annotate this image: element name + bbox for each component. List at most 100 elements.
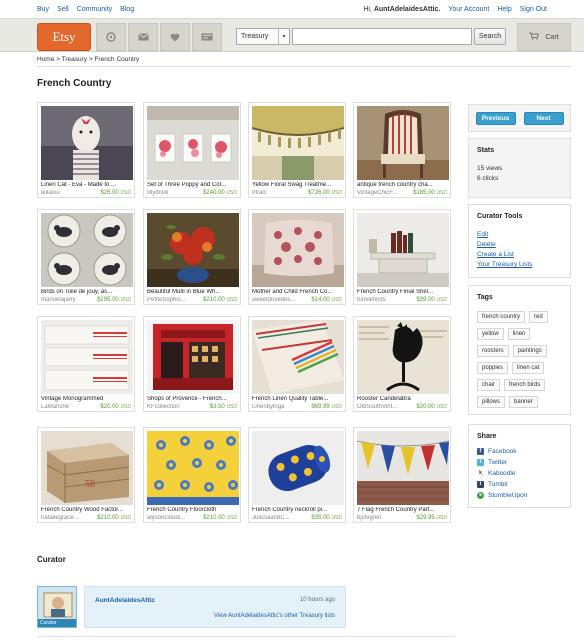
item-card[interactable]: Rooster Candelabra OldSouthVint... $20.0… xyxy=(353,316,451,412)
item-image[interactable] xyxy=(41,106,133,180)
item-card[interactable]: Birds on Toile de jouy, as... manuelajar… xyxy=(37,209,135,305)
item-title[interactable]: Rooster Candelabra xyxy=(357,396,449,402)
tag[interactable]: pillows xyxy=(477,396,506,408)
item-image[interactable] xyxy=(147,431,239,505)
cart-button[interactable]: Cart xyxy=(517,23,571,51)
item-image[interactable]: 58 xyxy=(41,431,133,505)
item-shop[interactable]: VintageChicF... xyxy=(357,190,407,196)
search-input[interactable] xyxy=(292,28,472,45)
nav-community-link[interactable]: Community xyxy=(77,6,112,13)
item-image[interactable] xyxy=(357,431,449,505)
tag[interactable]: chair xyxy=(477,379,501,391)
tag[interactable]: french country xyxy=(477,311,526,323)
tag[interactable]: banner xyxy=(509,396,538,408)
item-shop[interactable]: alysoncstudi... xyxy=(147,515,197,521)
share-tumblr[interactable]: t Tumblr xyxy=(477,479,562,490)
item-card[interactable]: French Country Finial Shel... funklefind… xyxy=(353,209,451,305)
share-kaboodle[interactable]: k Kaboodle xyxy=(477,468,562,479)
item-shop[interactable]: manuelajarry xyxy=(41,297,91,303)
item-image[interactable] xyxy=(252,320,344,394)
item-title[interactable]: Linen Cat - Eva - Made to ... xyxy=(41,182,133,188)
item-shop[interactable]: lrtrad xyxy=(252,190,302,196)
share-stumbleupon[interactable]: s StumbleUpon xyxy=(477,490,562,501)
item-shop[interactable]: lillydove xyxy=(147,190,197,196)
item-image[interactable] xyxy=(147,106,239,180)
item-image[interactable] xyxy=(357,106,449,180)
item-image[interactable] xyxy=(41,213,133,287)
item-title[interactable]: Birds on Toile de jouy, as... xyxy=(41,289,133,295)
item-shop[interactable]: OldSouthVint... xyxy=(357,404,407,410)
item-image[interactable] xyxy=(147,213,239,287)
item-card[interactable]: French Country Floorcloth alysoncstudi..… xyxy=(143,427,241,523)
item-title[interactable]: Vintage Monogrammed xyxy=(41,396,133,402)
item-shop[interactable]: PetiteSophis... xyxy=(147,297,197,303)
item-title[interactable]: French Country Finial Shel... xyxy=(357,289,449,295)
tag[interactable]: linen cat xyxy=(512,362,545,374)
share-twitter[interactable]: t Twitter xyxy=(477,457,562,468)
tag[interactable]: yellow xyxy=(477,328,504,340)
tag[interactable]: linen xyxy=(507,328,531,340)
item-title[interactable]: antique french country cha... xyxy=(357,182,449,188)
item-card[interactable]: French Country neckroll pi... Julissaand… xyxy=(248,427,346,523)
item-card[interactable]: Linen Cat - Eva - Made to ... leilalou $… xyxy=(37,102,135,198)
nav-sell-link[interactable]: Sell xyxy=(57,6,69,13)
item-card[interactable]: Yellow Floral Swag Treatme... lrtrad $72… xyxy=(248,102,346,198)
delete-link[interactable]: Delete xyxy=(477,240,562,250)
item-card[interactable]: Shops of Provence - French... KFcollecti… xyxy=(143,316,241,412)
item-card[interactable]: Set of Three Poppy and Cor... lillydove … xyxy=(143,102,241,198)
item-image[interactable] xyxy=(252,431,344,505)
create-list-link[interactable]: Create a List xyxy=(477,250,562,260)
item-title[interactable]: 7 Flag French Country Part... xyxy=(357,507,449,513)
item-title[interactable]: French Country neckroll pi... xyxy=(252,507,344,513)
image-icon[interactable] xyxy=(192,23,222,51)
item-title[interactable]: French Linen Quality Table... xyxy=(252,396,344,402)
nav-buy-link[interactable]: Buy xyxy=(37,6,49,13)
item-image[interactable] xyxy=(147,320,239,394)
item-title[interactable]: Shops of Provence - French... xyxy=(147,396,239,402)
item-shop[interactable]: sweetdovedes... xyxy=(252,297,302,303)
item-image[interactable] xyxy=(41,320,133,394)
edit-link[interactable]: Edit xyxy=(477,230,562,240)
item-shop[interactable]: funklefinds xyxy=(357,297,407,303)
item-card[interactable]: French Linen Quality Table... Linenbylng… xyxy=(248,316,346,412)
your-account-link[interactable]: Your Account xyxy=(448,6,489,13)
item-image[interactable] xyxy=(252,106,344,180)
share-facebook[interactable]: f Facebook xyxy=(477,446,562,457)
treasury-lists-link[interactable]: Your Treasury Lists xyxy=(477,260,562,270)
item-title[interactable]: French Country Floorcloth xyxy=(147,507,239,513)
tag[interactable]: poppies xyxy=(477,362,509,374)
item-card[interactable]: Vintage Monogrammed LaManche $20.00 USD xyxy=(37,316,135,412)
search-button[interactable]: Search xyxy=(474,28,506,45)
item-title[interactable]: Beautiful Multi in Blue Wh... xyxy=(147,289,239,295)
nav-blog-link[interactable]: Blog xyxy=(120,6,134,13)
item-shop[interactable]: leilalou xyxy=(41,190,91,196)
next-button[interactable]: Next xyxy=(523,111,564,125)
clock-icon[interactable] xyxy=(96,23,126,51)
tag[interactable]: french birds xyxy=(504,379,546,391)
item-title[interactable]: Set of Three Poppy and Cor... xyxy=(147,182,239,188)
item-shop[interactable]: JulissaandC... xyxy=(252,515,302,521)
item-title[interactable]: Yellow Floral Swag Treatme... xyxy=(252,182,344,188)
item-shop[interactable]: Linenbylnga xyxy=(252,404,302,410)
item-image[interactable] xyxy=(357,320,449,394)
heart-icon[interactable] xyxy=(160,23,190,51)
curator-lists-link[interactable]: View AuntAdelaidesAttic's other Treasury… xyxy=(214,613,335,619)
item-shop[interactable]: KFcollection xyxy=(147,404,197,410)
item-shop[interactable]: nataliegrace... xyxy=(41,515,91,521)
item-shop[interactable]: bjstvgren xyxy=(357,515,407,521)
item-card[interactable]: Beautiful Multi in Blue Wh... PetiteSoph… xyxy=(143,209,241,305)
etsy-logo[interactable]: Etsy xyxy=(37,23,91,51)
item-image[interactable] xyxy=(357,213,449,287)
tag[interactable]: paintings xyxy=(512,345,547,357)
tag[interactable]: roosters xyxy=(477,345,509,357)
help-link[interactable]: Help xyxy=(497,6,511,13)
item-title[interactable]: French Country Wood Factor... xyxy=(41,507,133,513)
item-image[interactable] xyxy=(252,213,344,287)
item-title[interactable]: Mother and Child French Co... xyxy=(252,289,344,295)
tag[interactable]: red xyxy=(529,311,548,323)
item-shop[interactable]: LaManche xyxy=(41,404,91,410)
curator-name[interactable]: AuntAdelaidesAttic xyxy=(95,597,155,604)
search-scope-select[interactable]: Treasury ▾ xyxy=(236,28,290,45)
avatar[interactable]: Curator xyxy=(37,586,77,628)
sign-out-link[interactable]: Sign Out xyxy=(520,6,547,13)
